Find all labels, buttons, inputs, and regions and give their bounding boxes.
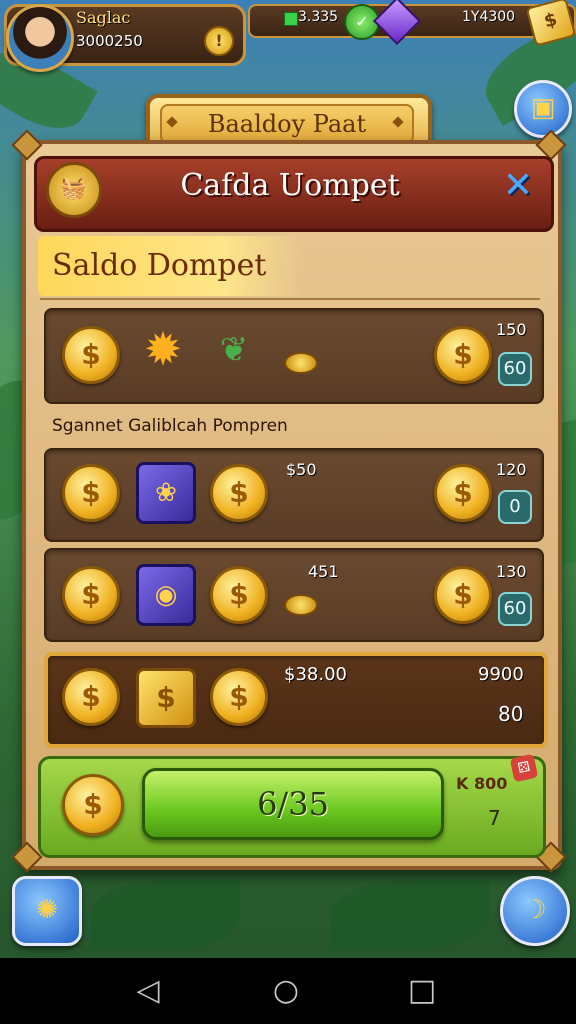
row-tag: 0 [498,490,532,524]
coin-icon: $ [62,774,124,836]
avatar[interactable] [6,4,74,72]
buy-button[interactable]: 6/35 [142,768,444,840]
chest-icon: ▣ [530,93,556,123]
row-amount: 150 [496,320,527,339]
row-amount: 120 [496,460,527,479]
recents-icon[interactable]: □ [392,958,452,1024]
row-price: $50 [286,460,317,479]
shop-button[interactable]: ▣ [514,80,572,138]
banner-title: Baaldoy Paat [160,104,414,144]
row-quantity: 80 [498,702,524,726]
star-badge-icon: ✹ [143,322,183,376]
coin-icon: $ [434,326,492,384]
coin-icon: $ [62,326,120,384]
banana-button[interactable]: ☽ [500,876,570,946]
settings-button[interactable]: ✺ [12,876,82,946]
coin-stack-icon: $ [210,566,268,624]
shell-icon: ✺ [36,895,58,925]
small-coin-icon [284,594,318,616]
small-coin-icon [284,352,318,374]
coin-icon: $ [210,668,268,726]
bread-item-icon: ❀ [136,462,196,524]
divider [40,298,540,300]
coin-icon: $ [62,668,120,726]
coin-icon: $ [62,566,120,624]
banana-icon: ☽ [523,895,547,925]
background-leaf [330,880,490,950]
row-amount: 130 [496,562,527,581]
row-price: 451 [308,562,339,581]
leaf-flower-icon: ❦ [219,330,249,370]
gem-count: 3.335 [298,9,339,25]
gem-icon [284,12,298,26]
purchase-price: K 800 [456,774,508,793]
section-label: Saldo Dompet [38,236,302,296]
close-button[interactable]: ✕ [496,164,540,208]
coin-icon: $ [434,464,492,522]
player-coins: 3000250 [76,32,143,50]
gold-pouch-icon: $ [136,668,196,728]
magic-orb-icon: ◉ [136,564,196,626]
dialog-title: Cafda Uompet [180,168,400,203]
coin-icon: $ [434,566,492,624]
home-icon[interactable]: ○ [256,958,316,1024]
row-tag: 60 [498,592,532,626]
player-name: Saglac [76,8,131,27]
row-price: $38.00 [284,664,347,685]
background-leaf [90,880,240,950]
back-icon[interactable]: ◁ [118,958,178,1024]
section-subtitle: Sgannet Galiblcah Pompren [52,416,288,436]
row-amount: 9900 [478,664,524,685]
coin-info-button[interactable]: ! [204,26,234,56]
dice-icon: ⚄ [509,753,539,783]
coin-icon: $ [62,464,120,522]
purchase-count: 7 [488,806,501,830]
coin-icon: $ [210,464,268,522]
gold-count: 1Y4300 [462,9,516,25]
row-tag: 60 [498,352,532,386]
